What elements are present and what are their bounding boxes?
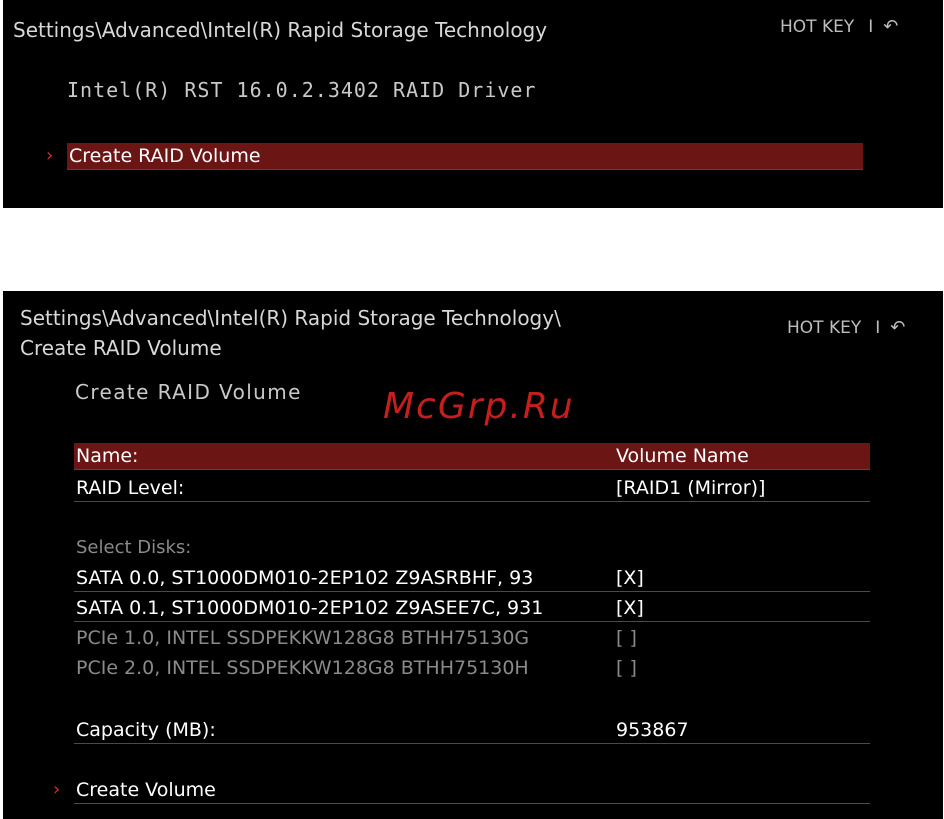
- disk-row[interactable]: SATA 0.1, ST1000DM010-2EP102 Z9ASEE7C, 9…: [74, 595, 870, 622]
- driver-version-text: Intel(R) RST 16.0.2.3402 RAID Driver: [67, 78, 537, 102]
- hotkey-separator: I: [868, 17, 874, 37]
- capacity-field: Capacity (MB): 953867: [74, 717, 870, 744]
- raid-level-value: [RAID1 (Mirror)]: [616, 477, 766, 499]
- back-icon[interactable]: ↶: [890, 317, 905, 338]
- name-value: Volume Name: [616, 445, 749, 467]
- create-volume-label: Create Volume: [76, 779, 216, 801]
- disk-label: SATA 0.1, ST1000DM010-2EP102 Z9ASEE7C, 9…: [76, 597, 544, 619]
- create-volume-button[interactable]: Create Volume: [74, 777, 870, 804]
- hotkey-separator: I: [875, 318, 881, 338]
- hotkey-button[interactable]: HOT KEY: [787, 318, 861, 338]
- breadcrumb-line1: Settings\Advanced\Intel(R) Rapid Storage…: [20, 306, 561, 330]
- rst-main-panel: Settings\Advanced\Intel(R) Rapid Storage…: [3, 0, 943, 208]
- name-field[interactable]: Name: Volume Name: [74, 443, 870, 470]
- disk-label: SATA 0.0, ST1000DM010-2EP102 Z9ASRBHF, 9…: [76, 567, 534, 589]
- select-disks-label: Select Disks:: [76, 537, 192, 558]
- disk-label: PCIe 1.0, INTEL SSDPEKKW128G8 BTHH75130G: [76, 627, 530, 649]
- disk-label: PCIe 2.0, INTEL SSDPEKKW128G8 BTHH75130H: [76, 657, 529, 679]
- disk-row: PCIe 2.0, INTEL SSDPEKKW128G8 BTHH75130H…: [74, 655, 870, 681]
- hotkey-bar: HOT KEY I ↶: [787, 317, 905, 338]
- back-icon[interactable]: ↶: [883, 16, 898, 37]
- disk-row: PCIe 1.0, INTEL SSDPEKKW128G8 BTHH75130G…: [74, 625, 870, 651]
- disk-checkbox[interactable]: [X]: [616, 595, 644, 621]
- menu-item-label: Create RAID Volume: [69, 145, 261, 167]
- disk-checkbox[interactable]: [X]: [616, 565, 644, 591]
- capacity-value: 953867: [616, 719, 689, 741]
- disk-checkbox: [ ]: [616, 657, 637, 679]
- create-raid-volume-panel: Settings\Advanced\Intel(R) Rapid Storage…: [3, 291, 943, 819]
- hotkey-bar: HOT KEY I ↶: [780, 16, 898, 37]
- breadcrumb-line2: Create RAID Volume: [20, 336, 222, 360]
- menu-item-create-raid-volume[interactable]: Create RAID Volume: [67, 143, 863, 170]
- raid-level-field[interactable]: RAID Level: [RAID1 (Mirror)]: [74, 475, 870, 502]
- disk-row[interactable]: SATA 0.0, ST1000DM010-2EP102 Z9ASRBHF, 9…: [74, 565, 870, 592]
- breadcrumb: Settings\Advanced\Intel(R) Rapid Storage…: [13, 18, 548, 42]
- hotkey-button[interactable]: HOT KEY: [780, 17, 854, 37]
- section-heading: Create RAID Volume: [75, 380, 302, 404]
- disk-checkbox: [ ]: [616, 627, 637, 649]
- capacity-label: Capacity (MB):: [76, 719, 216, 741]
- name-label: Name:: [76, 445, 139, 467]
- chevron-right-icon: ›: [53, 779, 61, 800]
- raid-level-label: RAID Level:: [76, 477, 185, 499]
- chevron-right-icon: ›: [46, 145, 54, 166]
- watermark: McGrp.Ru: [383, 386, 575, 427]
